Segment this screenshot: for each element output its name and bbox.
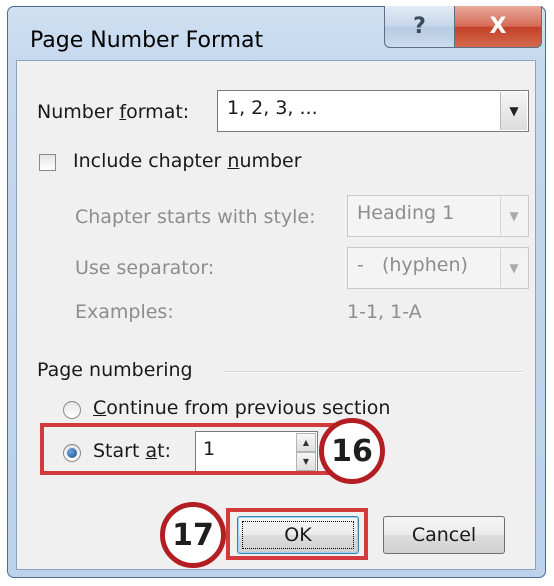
separator-value: - (hyphen) — [357, 254, 468, 276]
help-icon: ? — [413, 14, 426, 39]
chapter-style-label: Chapter starts with style: — [75, 206, 316, 228]
number-format-label: Number format: — [37, 101, 190, 123]
close-icon: X — [489, 14, 507, 39]
number-format-value: 1, 2, 3, ... — [227, 97, 318, 119]
chapter-style-select: Heading 1 ▼ — [347, 195, 529, 237]
start-at-highlight-box — [40, 423, 336, 475]
page-numbering-group-label: Page numbering — [37, 359, 193, 381]
group-divider — [223, 371, 523, 373]
cancel-button-label: Cancel — [411, 524, 477, 546]
continue-previous-label[interactable]: Continue from previous section — [93, 397, 390, 419]
close-button[interactable]: X — [454, 6, 542, 48]
chevron-down-icon: ▼ — [500, 197, 527, 235]
chevron-down-icon[interactable]: ▼ — [500, 92, 527, 130]
chapter-style-value: Heading 1 — [357, 202, 455, 224]
dialog-title: Page Number Format — [30, 28, 264, 53]
step-16-badge: 16 — [319, 418, 385, 484]
ok-highlight-box — [226, 508, 368, 560]
continue-previous-radio[interactable] — [63, 401, 81, 419]
include-chapter-checkbox[interactable] — [39, 154, 56, 171]
separator-select: - (hyphen) ▼ — [347, 247, 529, 289]
examples-label: Examples: — [75, 301, 174, 323]
include-chapter-label[interactable]: Include chapter number — [73, 150, 302, 172]
step-17-badge: 17 — [160, 502, 226, 568]
dialog-client-area: Number format: 1, 2, 3, ... ▼ Include ch… — [16, 60, 536, 570]
number-format-select[interactable]: 1, 2, 3, ... ▼ — [217, 90, 529, 132]
separator-label: Use separator: — [75, 257, 215, 279]
chevron-down-icon: ▼ — [500, 249, 527, 287]
help-button[interactable]: ? — [384, 6, 455, 48]
cancel-button[interactable]: Cancel — [383, 516, 505, 554]
examples-value: 1-1, 1-A — [347, 301, 422, 323]
